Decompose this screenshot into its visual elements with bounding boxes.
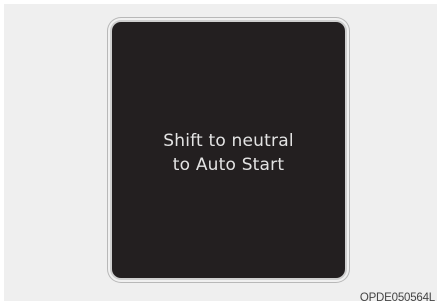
cluster-display-screen: Shift to neutral to Auto Start <box>112 22 345 278</box>
message-line-1: Shift to neutral <box>163 131 294 151</box>
illustration-frame: Shift to neutral to Auto Start <box>4 4 437 301</box>
figure-code-label: OPDE050564L <box>359 292 435 304</box>
message-line-2: to Auto Start <box>172 155 285 175</box>
auto-start-message: Shift to neutral to Auto Start <box>163 129 294 177</box>
